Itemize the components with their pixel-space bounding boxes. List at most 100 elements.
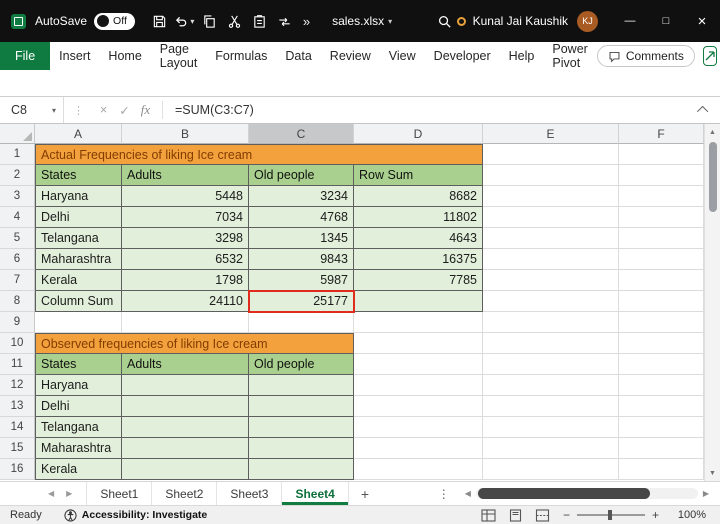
close-button[interactable]: ×: [684, 0, 720, 42]
row-header[interactable]: 16: [0, 459, 35, 480]
cell[interactable]: [249, 438, 354, 459]
cell[interactable]: Kerala: [35, 459, 122, 480]
cell[interactable]: Delhi: [35, 396, 122, 417]
cell[interactable]: [619, 186, 704, 207]
cell[interactable]: 6532: [122, 249, 249, 270]
cell[interactable]: [249, 375, 354, 396]
row-header[interactable]: 14: [0, 417, 35, 438]
zoom-in-icon[interactable]: +: [652, 508, 659, 522]
tab-power-pivot[interactable]: Power Pivot: [543, 42, 596, 70]
cell[interactable]: [483, 270, 619, 291]
normal-view-icon[interactable]: [481, 509, 496, 522]
tab-file[interactable]: File: [0, 42, 50, 70]
row-header[interactable]: 3: [0, 186, 35, 207]
row-header[interactable]: 2: [0, 165, 35, 186]
formula-input[interactable]: =SUM(C3:C7): [175, 103, 254, 117]
cell[interactable]: Adults: [122, 354, 249, 375]
col-header-f[interactable]: F: [619, 124, 704, 144]
row-header[interactable]: 10: [0, 333, 35, 354]
tab-view[interactable]: View: [380, 42, 425, 70]
tab-page-layout[interactable]: Page Layout: [151, 42, 207, 70]
tab-developer[interactable]: Developer: [425, 42, 500, 70]
sheet-tab-sheet2[interactable]: Sheet2: [152, 482, 217, 505]
cell[interactable]: [619, 459, 704, 480]
autosave-toggle[interactable]: Off: [94, 13, 135, 30]
cell[interactable]: [483, 186, 619, 207]
cell[interactable]: [483, 291, 619, 312]
col-header-e[interactable]: E: [483, 124, 619, 144]
row-header[interactable]: 5: [0, 228, 35, 249]
cell[interactable]: 24110: [122, 291, 249, 312]
row-header[interactable]: 9: [0, 312, 35, 333]
cell[interactable]: [619, 249, 704, 270]
cell[interactable]: 5448: [122, 186, 249, 207]
cell[interactable]: 1345: [249, 228, 354, 249]
sheet-tab-sheet3[interactable]: Sheet3: [217, 482, 282, 505]
scroll-right-icon[interactable]: ▶: [698, 489, 714, 498]
collapse-formula-bar-icon[interactable]: [697, 106, 708, 117]
undo-icon[interactable]: ▾: [172, 8, 197, 34]
cell[interactable]: [483, 144, 619, 165]
cell[interactable]: [249, 459, 354, 480]
cell[interactable]: Maharashtra: [35, 249, 122, 270]
cell[interactable]: [354, 291, 483, 312]
cell[interactable]: 3234: [249, 186, 354, 207]
zoom-level[interactable]: 100%: [666, 509, 706, 521]
maximize-button[interactable]: □: [648, 0, 684, 42]
col-header-d[interactable]: D: [354, 124, 483, 144]
copy-icon[interactable]: [197, 8, 222, 34]
zoom-slider-thumb[interactable]: [608, 510, 612, 520]
excel-app-icon[interactable]: [11, 14, 26, 29]
cell[interactable]: [354, 333, 483, 354]
zoom-out-icon[interactable]: −: [563, 508, 570, 522]
save-icon[interactable]: [147, 8, 172, 34]
tab-scroll-left-icon[interactable]: ◀: [42, 489, 60, 498]
accessibility-status[interactable]: Accessibility: Investigate: [82, 509, 207, 521]
cell[interactable]: Maharashtra: [35, 438, 122, 459]
undo-dropdown-icon[interactable]: ▾: [190, 17, 194, 26]
col-header-c[interactable]: C: [249, 124, 354, 144]
row-header[interactable]: 11: [0, 354, 35, 375]
cell[interactable]: 3298: [122, 228, 249, 249]
cell[interactable]: Old people: [249, 354, 354, 375]
cell-title-1[interactable]: Actual Frequencies of liking Ice cream: [35, 144, 483, 165]
cell[interactable]: 4768: [249, 207, 354, 228]
cell[interactable]: [354, 312, 483, 333]
cell[interactable]: [619, 228, 704, 249]
cell[interactable]: Old people: [249, 165, 354, 186]
cell[interactable]: Telangana: [35, 417, 122, 438]
cell[interactable]: States: [35, 354, 122, 375]
cell[interactable]: [249, 417, 354, 438]
cell[interactable]: Row Sum: [354, 165, 483, 186]
cell[interactable]: [483, 417, 619, 438]
cell[interactable]: Kerala: [35, 270, 122, 291]
zoom-slider[interactable]: [577, 514, 645, 516]
cell[interactable]: [354, 396, 483, 417]
cell[interactable]: [619, 207, 704, 228]
paste-icon[interactable]: [247, 8, 272, 34]
cell[interactable]: [619, 144, 704, 165]
cell[interactable]: [619, 333, 704, 354]
search-icon[interactable]: [432, 8, 457, 34]
row-header[interactable]: 13: [0, 396, 35, 417]
page-layout-view-icon[interactable]: [508, 509, 523, 522]
user-name[interactable]: Kunal Jai Kaushik: [473, 14, 568, 28]
comments-button[interactable]: Comments: [597, 45, 695, 67]
cell[interactable]: [619, 354, 704, 375]
avatar[interactable]: KJ: [577, 11, 598, 32]
row-header[interactable]: 12: [0, 375, 35, 396]
window-title[interactable]: sales.xlsx: [332, 14, 384, 28]
cell[interactable]: [483, 249, 619, 270]
row-header[interactable]: 1: [0, 144, 35, 165]
active-cell-c8[interactable]: 25177: [249, 291, 354, 312]
tab-home[interactable]: Home: [99, 42, 150, 70]
row-header[interactable]: 4: [0, 207, 35, 228]
insert-function-icon[interactable]: fx: [135, 102, 156, 118]
scroll-left-icon[interactable]: ◀: [460, 489, 476, 498]
cell[interactable]: [483, 333, 619, 354]
formula-bar-handle[interactable]: ⋮: [73, 104, 84, 117]
page-break-view-icon[interactable]: [535, 509, 550, 522]
cell[interactable]: Adults: [122, 165, 249, 186]
col-header-a[interactable]: A: [35, 124, 122, 144]
tab-scroll-right-icon[interactable]: ▶: [60, 489, 78, 498]
